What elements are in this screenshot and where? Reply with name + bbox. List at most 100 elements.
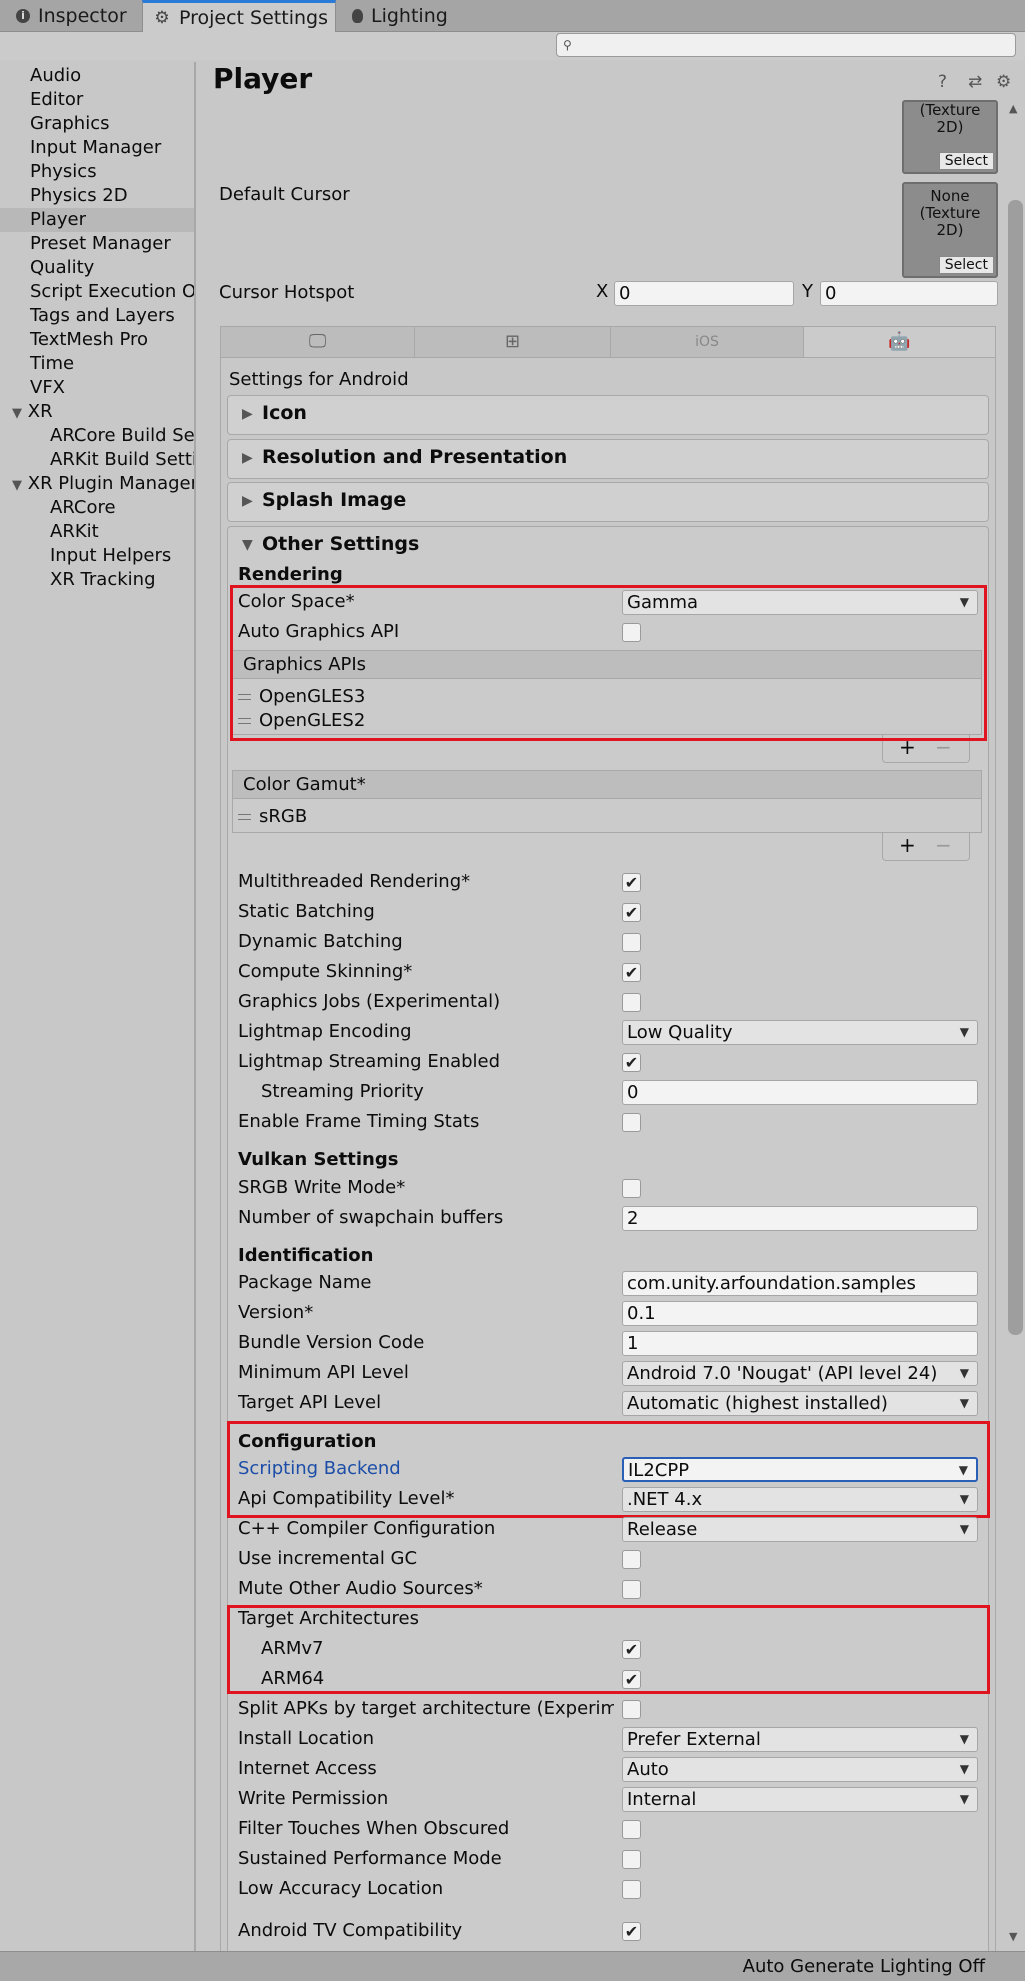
preset-icon[interactable]: ⇄ bbox=[968, 72, 982, 92]
drag-handle-icon[interactable] bbox=[238, 814, 251, 820]
lighting-status[interactable]: Auto Generate Lighting Off bbox=[743, 1956, 985, 1977]
srgb-write-mode-checkbox[interactable] bbox=[622, 1179, 641, 1198]
remove-button[interactable]: − bbox=[935, 833, 952, 857]
tab-windows[interactable]: ⊞ bbox=[415, 327, 611, 357]
tab-android[interactable]: 🤖 bbox=[804, 327, 995, 357]
sidebar-item-label: ARKit bbox=[50, 521, 99, 542]
sidebar-item-editor[interactable]: Editor bbox=[0, 88, 194, 112]
hotspot-x-field[interactable]: 0 bbox=[614, 281, 794, 306]
chevron-down-icon: ▼ bbox=[959, 1762, 969, 1776]
sidebar-item-script-execution-order[interactable]: Script Execution Or bbox=[0, 280, 194, 304]
sidebar-item-physics-2d[interactable]: Physics 2D bbox=[0, 184, 194, 208]
sidebar-item-arkit-build-settings[interactable]: ARKit Build Settin bbox=[0, 448, 194, 472]
help-icon[interactable]: ? bbox=[938, 72, 947, 92]
graphics-jobs-checkbox[interactable] bbox=[622, 993, 641, 1012]
sidebar-item-label: Time bbox=[30, 353, 75, 374]
internet-access-dropdown[interactable]: Auto ▼ bbox=[622, 1757, 978, 1782]
search-input[interactable] bbox=[581, 35, 1001, 55]
sidebar-item-xr[interactable]: ▼ XR bbox=[0, 400, 194, 424]
static-batching-checkbox[interactable]: ✔ bbox=[622, 903, 641, 922]
list-item[interactable]: sRGB bbox=[238, 805, 307, 829]
scroll-down-icon[interactable]: ▼ bbox=[1009, 1930, 1017, 1943]
version-field[interactable]: 0.1 bbox=[622, 1301, 978, 1326]
sidebar-item-textmesh-pro[interactable]: TextMesh Pro bbox=[0, 328, 194, 352]
add-button[interactable]: + bbox=[899, 833, 916, 857]
sidebar-item-label: Quality bbox=[30, 257, 95, 278]
bundle-version-code-field[interactable]: 1 bbox=[622, 1331, 978, 1356]
minimum-api-level-dropdown[interactable]: Android 7.0 'Nougat' (API level 24) ▼ bbox=[622, 1361, 978, 1386]
sustained-performance-checkbox[interactable] bbox=[622, 1850, 641, 1869]
tab-project-settings[interactable]: ⚙ Project Settings bbox=[142, 0, 336, 33]
sidebar-item-preset-manager[interactable]: Preset Manager bbox=[0, 232, 194, 256]
sidebar-item-tags-and-layers[interactable]: Tags and Layers bbox=[0, 304, 194, 328]
package-name-field[interactable]: com.unity.arfoundation.samples bbox=[622, 1271, 978, 1296]
default-cursor-slot[interactable]: None (Texture 2D) Select bbox=[902, 182, 998, 278]
multithreaded-rendering-checkbox[interactable]: ✔ bbox=[622, 873, 641, 892]
dropdown-value: Release bbox=[627, 1519, 698, 1540]
gear-icon: ⚙ bbox=[154, 8, 170, 28]
cpp-compiler-config-dropdown[interactable]: Release ▼ bbox=[622, 1517, 978, 1542]
swapchain-buffers-field[interactable]: 2 bbox=[622, 1206, 978, 1231]
sidebar-item-vfx[interactable]: VFX bbox=[0, 376, 194, 400]
search-field[interactable]: ⚲ bbox=[556, 33, 1016, 57]
sidebar-item-xr-tracking[interactable]: XR Tracking bbox=[0, 568, 194, 592]
write-permission-dropdown[interactable]: Internal ▼ bbox=[622, 1787, 978, 1812]
sidebar-item-physics[interactable]: Physics bbox=[0, 160, 194, 184]
lightmap-streaming-label: Lightmap Streaming Enabled bbox=[238, 1051, 501, 1072]
filter-touches-checkbox[interactable] bbox=[622, 1820, 641, 1839]
sidebar-item-input-manager[interactable]: Input Manager bbox=[0, 136, 194, 160]
sidebar-item-quality[interactable]: Quality bbox=[0, 256, 194, 280]
windows-icon: ⊞ bbox=[504, 331, 521, 352]
scroll-up-icon[interactable]: ▲ bbox=[1009, 102, 1017, 115]
select-button[interactable]: Select bbox=[938, 256, 994, 274]
sidebar-item-arcore-build-settings[interactable]: ARCore Build Set bbox=[0, 424, 194, 448]
texture-slot[interactable]: (Texture 2D) Select bbox=[902, 100, 998, 174]
tab-inspector[interactable]: i Inspector bbox=[4, 0, 138, 32]
sidebar-item-graphics[interactable]: Graphics bbox=[0, 112, 194, 136]
streaming-priority-field[interactable]: 0 bbox=[622, 1080, 978, 1105]
android-tv-checkbox[interactable]: ✔ bbox=[622, 1922, 641, 1941]
sidebar-item-time[interactable]: Time bbox=[0, 352, 194, 376]
select-button[interactable]: Select bbox=[938, 152, 994, 170]
lightmap-streaming-checkbox[interactable]: ✔ bbox=[622, 1053, 641, 1072]
settings-sidebar: Audio Editor Graphics Input Manager Phys… bbox=[0, 62, 196, 1951]
sidebar-item-xr-plugin-management[interactable]: ▼ XR Plugin Manager bbox=[0, 472, 194, 496]
expanded-triangle-icon[interactable]: ▼ bbox=[12, 474, 22, 496]
streaming-priority-label: Streaming Priority bbox=[261, 1081, 424, 1102]
tab-desktop[interactable]: 🖵 bbox=[221, 327, 415, 357]
low-accuracy-location-label: Low Accuracy Location bbox=[238, 1878, 444, 1899]
sidebar-item-arkit[interactable]: ARKit bbox=[0, 520, 194, 544]
texture-label: (Texture 2D) bbox=[919, 204, 981, 239]
low-accuracy-location-checkbox[interactable] bbox=[622, 1880, 641, 1899]
install-location-dropdown[interactable]: Prefer External ▼ bbox=[622, 1727, 978, 1752]
dynamic-batching-checkbox[interactable] bbox=[622, 933, 641, 952]
icon-foldout[interactable]: ▶ Icon bbox=[227, 395, 989, 435]
sidebar-item-arcore[interactable]: ARCore bbox=[0, 496, 194, 520]
expanded-triangle-icon[interactable]: ▼ bbox=[12, 402, 22, 424]
lightmap-encoding-dropdown[interactable]: Low Quality ▼ bbox=[622, 1020, 978, 1045]
tab-ios[interactable]: iOS bbox=[611, 327, 804, 357]
sidebar-item-player[interactable]: Player bbox=[0, 208, 194, 232]
frame-timing-checkbox[interactable] bbox=[622, 1113, 641, 1132]
highlight-box bbox=[227, 1421, 990, 1518]
resolution-foldout[interactable]: ▶ Resolution and Presentation bbox=[227, 439, 989, 479]
mute-audio-checkbox[interactable] bbox=[622, 1580, 641, 1599]
tab-lighting[interactable]: Lighting bbox=[340, 0, 470, 32]
dynamic-batching-label: Dynamic Batching bbox=[238, 931, 403, 952]
split-apks-checkbox[interactable] bbox=[622, 1700, 641, 1719]
scrollbar-thumb[interactable] bbox=[1008, 200, 1023, 1335]
target-api-level-dropdown[interactable]: Automatic (highest installed) ▼ bbox=[622, 1391, 978, 1416]
filter-touches-label: Filter Touches When Obscured bbox=[238, 1818, 510, 1839]
dropdown-value: Internal bbox=[627, 1789, 697, 1810]
compute-skinning-checkbox[interactable]: ✔ bbox=[622, 963, 641, 982]
settings-icon[interactable]: ⚙ bbox=[996, 72, 1011, 92]
sidebar-item-label: XR Tracking bbox=[50, 569, 156, 590]
incremental-gc-checkbox[interactable] bbox=[622, 1550, 641, 1569]
settings-for-label: Settings for Android bbox=[229, 369, 409, 390]
splash-image-foldout[interactable]: ▶ Splash Image bbox=[227, 482, 989, 522]
sidebar-item-audio[interactable]: Audio bbox=[0, 64, 194, 88]
hotspot-y-field[interactable]: 0 bbox=[820, 281, 998, 306]
foldout-title: Splash Image bbox=[262, 489, 407, 511]
sidebar-item-input-helpers[interactable]: Input Helpers bbox=[0, 544, 194, 568]
sidebar-item-label: Tags and Layers bbox=[30, 305, 175, 326]
